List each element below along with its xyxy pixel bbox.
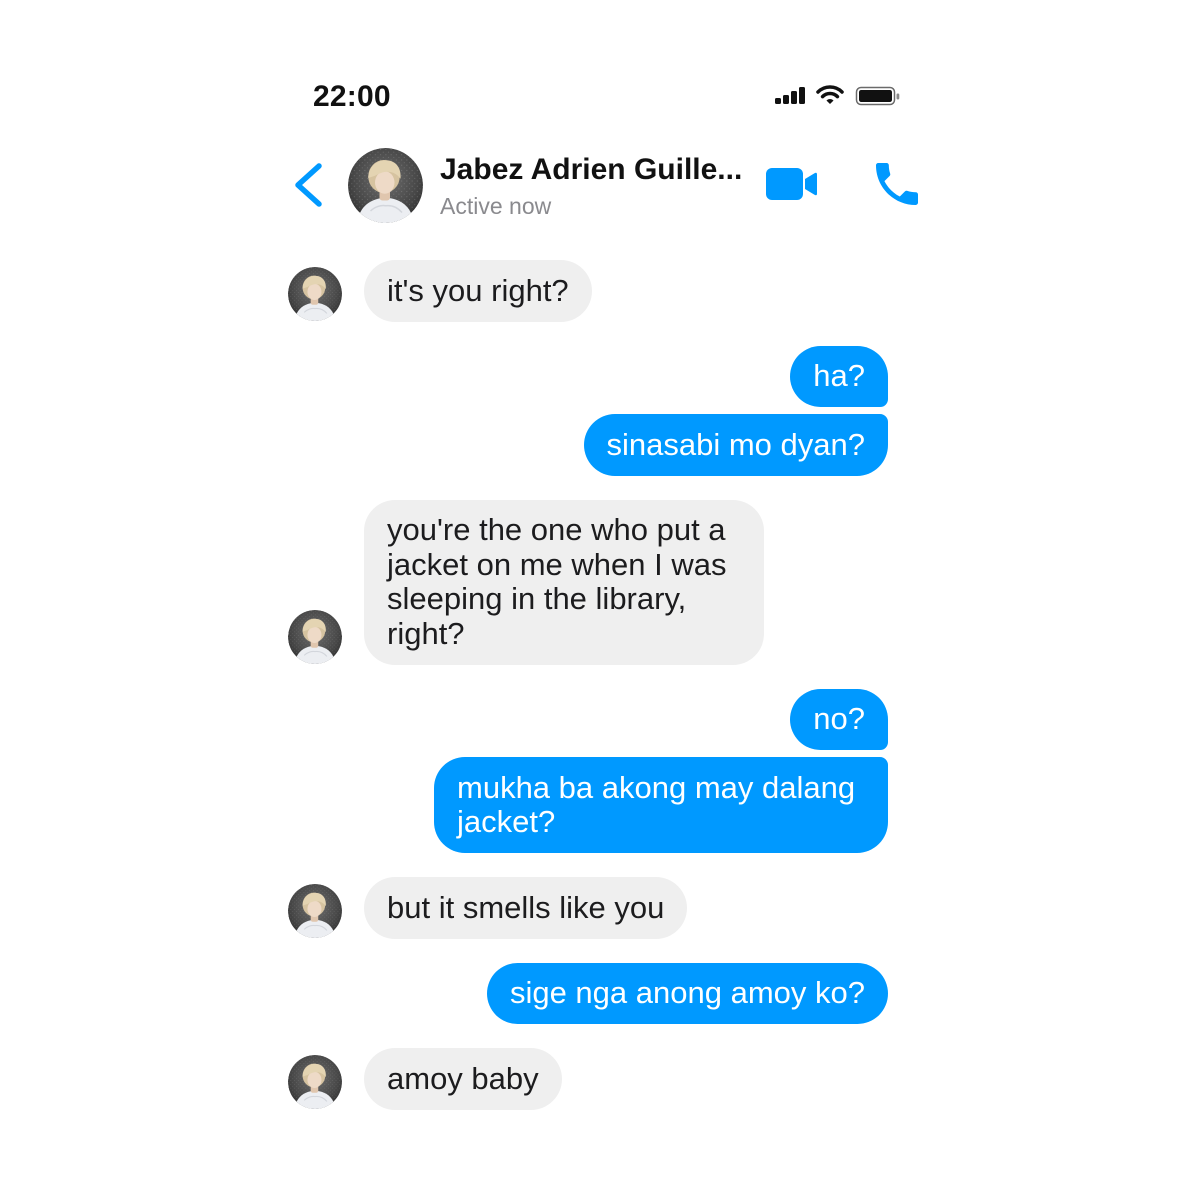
battery-icon <box>855 84 903 108</box>
message-bubble[interactable]: sige nga anong amoy ko? <box>486 962 888 1024</box>
video-camera-icon[interactable] <box>763 164 821 204</box>
contact-name[interactable]: Jabez Adrien Guille... <box>440 153 742 187</box>
message-row-outgoing: sige nga anong amoy ko? <box>288 962 888 1024</box>
contact-avatar[interactable] <box>348 148 423 223</box>
contact-avatar-small <box>288 1055 342 1109</box>
message-bubble[interactable]: you're the one who put a jacket on me wh… <box>364 499 764 665</box>
message-row-outgoing: no? <box>288 688 888 750</box>
wifi-icon <box>813 83 847 107</box>
message-row-outgoing: sinasabi mo dyan? <box>288 414 888 476</box>
message-bubble[interactable]: but it smells like you <box>364 877 688 939</box>
message-bubble[interactable]: sinasabi mo dyan? <box>583 414 888 476</box>
message-bubble[interactable]: no? <box>790 688 888 750</box>
message-bubble[interactable]: ha? <box>790 345 888 407</box>
contact-avatar-small <box>288 884 342 938</box>
chevron-left-icon[interactable] <box>290 160 326 210</box>
message-bubble[interactable]: amoy baby <box>364 1048 562 1110</box>
message-row-outgoing: mukha ba akong may dalang jacket? <box>288 757 888 853</box>
message-row-incoming: amoy baby <box>288 1048 888 1110</box>
message-bubble[interactable]: mukha ba akong may dalang jacket? <box>434 757 888 853</box>
contact-avatar-small <box>288 610 342 664</box>
message-row-incoming: but it smells like you <box>288 877 888 939</box>
status-time: 22:00 <box>313 80 391 113</box>
cellular-signal-icon <box>773 84 809 108</box>
message-row-incoming: it's you right? <box>288 260 888 322</box>
contact-avatar-small <box>288 267 342 321</box>
message-bubble[interactable]: it's you right? <box>364 260 592 322</box>
message-row-incoming: you're the one who put a jacket on me wh… <box>288 499 888 665</box>
contact-active-status: Active now <box>440 193 552 219</box>
message-list: it's you right? ha? sinasabi mo dyan? yo… <box>288 260 888 1110</box>
message-row-outgoing: ha? <box>288 345 888 407</box>
phone-icon[interactable] <box>869 156 925 212</box>
